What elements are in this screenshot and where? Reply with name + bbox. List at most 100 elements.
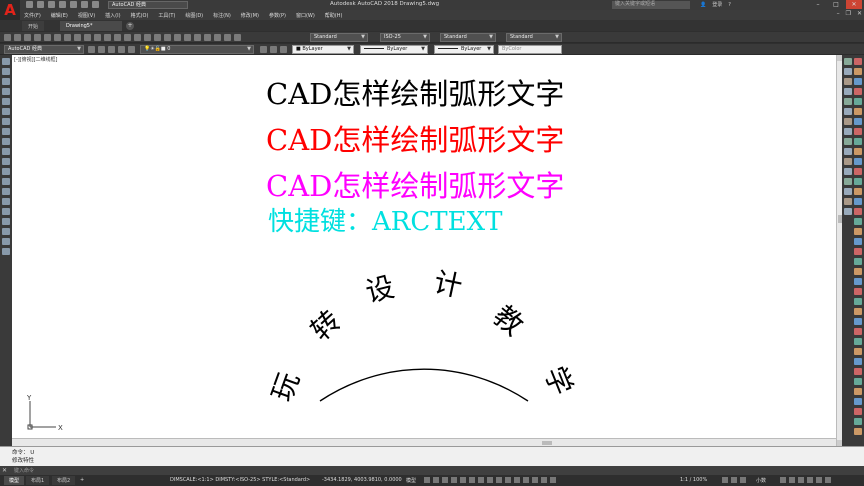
palette-icon[interactable] [854,258,862,265]
hardware-accel-icon[interactable] [807,477,813,483]
arc-icon[interactable] [2,108,10,115]
help-icon[interactable]: ? [728,2,731,8]
copy-object-icon[interactable] [844,68,852,75]
tab-drawing5[interactable]: Drawing5* [60,21,122,31]
zoom-icon[interactable] [144,34,151,41]
new-file-icon[interactable] [4,34,11,41]
palette-icon[interactable] [854,248,862,255]
layer-freeze-icon[interactable] [118,46,125,53]
layer-lock-icon[interactable] [128,46,135,53]
gizmo-icon[interactable] [532,477,538,483]
lineweight-icon[interactable] [478,477,484,483]
revcloud-icon[interactable] [2,128,10,135]
hatch-icon[interactable] [2,198,10,205]
palette-icon[interactable] [854,168,862,175]
block-editor-icon[interactable] [104,34,111,41]
model-space-button[interactable]: 模型 [406,477,416,484]
ellipse-arc-icon[interactable] [2,158,10,165]
table-style-select[interactable]: Standard ▼ [440,33,496,42]
palette-icon[interactable] [854,78,862,85]
menu-help[interactable]: 帮助(H) [325,12,343,19]
markup-icon[interactable] [214,34,221,41]
palette-icon[interactable] [854,378,862,385]
workspace-settings-icon[interactable] [88,46,95,53]
command-input[interactable]: 键入命令 [14,467,34,474]
new-tab-button[interactable]: + [126,22,134,30]
break-icon[interactable] [844,168,852,175]
palette-icon[interactable] [854,58,862,65]
palette-icon[interactable] [854,118,862,125]
doc-restore-button[interactable]: ❐ [846,10,851,17]
palette-icon[interactable] [854,238,862,245]
cut-icon[interactable] [64,34,71,41]
table-icon[interactable] [2,228,10,235]
tool-palettes-icon[interactable] [194,34,201,41]
menu-file[interactable]: 文件(F) [24,12,41,19]
spline-icon[interactable] [2,138,10,145]
array-icon[interactable] [844,98,852,105]
multiline-text-icon[interactable] [2,238,10,245]
minimize-button[interactable]: – [810,0,826,9]
print-icon[interactable] [34,34,41,41]
search-input[interactable]: 键入关键字或短语 [612,1,690,9]
workspace-gear-icon[interactable] [722,477,728,483]
layer-select[interactable]: 💡☀🔓■ 0 ▼ [140,45,254,54]
chamfer-icon[interactable] [844,188,852,195]
units-select[interactable]: 小数 [756,477,766,484]
palette-icon[interactable] [854,148,862,155]
dim-style-select[interactable]: ISO-25 ▼ [380,33,430,42]
construction-line-icon[interactable] [2,68,10,75]
workspace-select[interactable]: AutoCAD 经典 ▼ [4,45,84,54]
paste-icon[interactable] [84,34,91,41]
move-icon[interactable] [844,108,852,115]
menu-insert[interactable]: 插入(I) [105,12,120,19]
copy-icon[interactable] [74,34,81,41]
offset-icon[interactable] [844,88,852,95]
palette-icon[interactable] [854,68,862,75]
selection-cycling-icon[interactable] [496,477,502,483]
snap-icon[interactable] [433,477,439,483]
trim-icon[interactable] [844,148,852,155]
menu-tools[interactable]: 工具(T) [158,12,175,19]
grid-icon[interactable] [424,477,430,483]
palette-icon[interactable] [854,318,862,325]
layer-previous-icon[interactable] [270,46,277,53]
design-center-icon[interactable] [184,34,191,41]
save-file-icon[interactable] [24,34,31,41]
palette-icon[interactable] [854,288,862,295]
horizontal-scrollbar[interactable] [12,438,836,446]
arc-char[interactable]: 计 [429,265,467,304]
fillet-icon[interactable] [844,198,852,205]
layer-on-icon[interactable] [108,46,115,53]
close-icon[interactable]: ✕ [2,467,7,474]
signin-link[interactable]: 登录 [712,1,722,8]
palette-icon[interactable] [854,138,862,145]
palette-icon[interactable] [854,88,862,95]
point-icon[interactable] [2,188,10,195]
color-select[interactable]: ■ ByLayer ▼ [292,45,354,54]
lineweight-select[interactable]: ByLayer ▼ [434,45,494,54]
zoom-previous-icon[interactable] [164,34,171,41]
workspace-switch[interactable]: AutoCAD 经典 [108,1,188,9]
palette-icon[interactable] [854,358,862,365]
menu-modify[interactable]: 修改(M) [241,12,259,19]
quick-properties-icon[interactable] [780,477,786,483]
add-selected-icon[interactable] [2,248,10,255]
redo-icon[interactable] [92,1,99,8]
zoom-window-icon[interactable] [154,34,161,41]
layer-state-icon[interactable] [280,46,287,53]
transparency-icon[interactable] [487,477,493,483]
doc-close-button[interactable]: ✕ [857,10,862,17]
menu-window[interactable]: 窗口(W) [296,12,315,19]
user-icon[interactable]: 👤 [700,2,706,8]
palette-icon[interactable] [854,128,862,135]
undo-tool-icon[interactable] [114,34,121,41]
palette-icon[interactable] [854,308,862,315]
pan-icon[interactable] [134,34,141,41]
erase-icon[interactable] [844,58,852,65]
palette-icon[interactable] [854,98,862,105]
palette-icon[interactable] [854,408,862,415]
annotation-scale[interactable]: 1:1 / 100% [680,477,707,483]
match-properties-icon[interactable] [94,34,101,41]
polyline-icon[interactable] [2,78,10,85]
